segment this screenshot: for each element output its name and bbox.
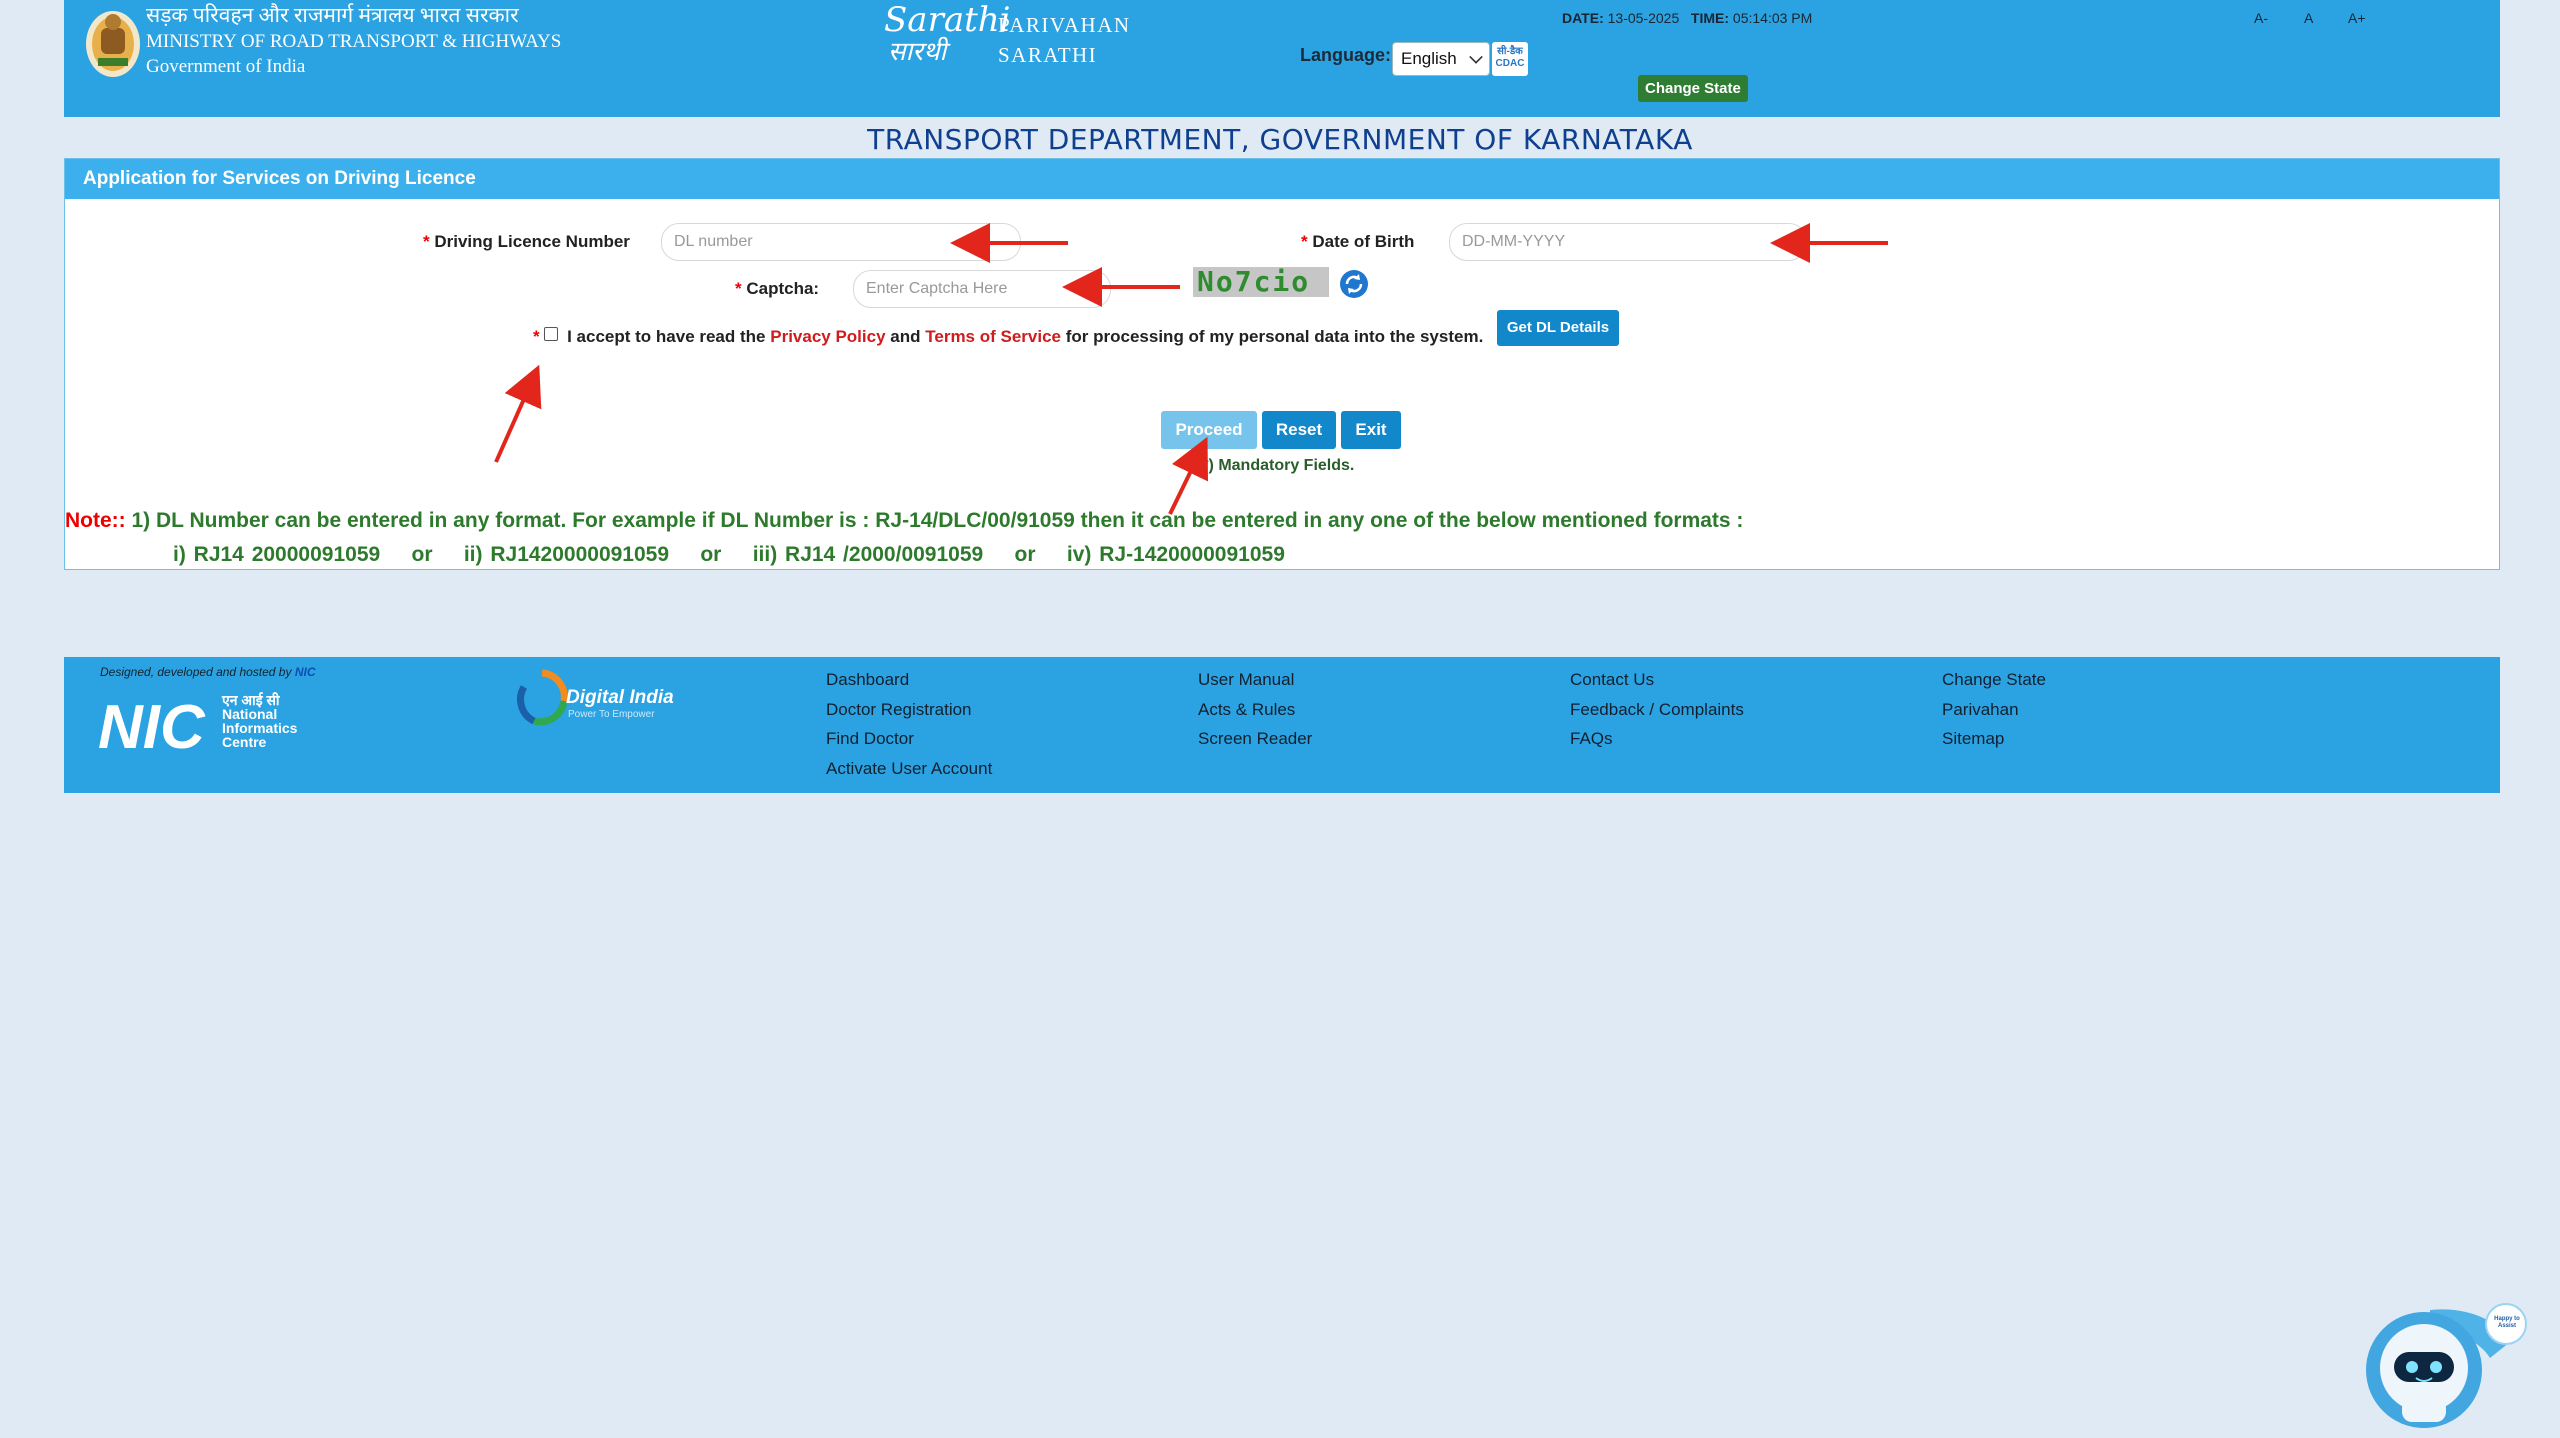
footer-link-doctor-registration[interactable]: Doctor Registration	[826, 695, 992, 725]
site-footer: Designed, developed and hosted by NIC NI…	[64, 657, 2500, 793]
state-emblem-icon	[86, 11, 140, 77]
date-time: DATE: 13-05-2025 TIME: 05:14:03 PM	[1562, 10, 1812, 26]
nic-line3: Centre	[222, 734, 267, 750]
ministry-title: सड़क परिवहन और राजमार्ग मंत्रालय भारत सर…	[146, 2, 561, 79]
footer-links-col4: Change State Parivahan Sitemap	[1942, 665, 2046, 754]
footer-link-find-doctor[interactable]: Find Doctor	[826, 724, 992, 754]
consent-prefix: I accept to have read the	[567, 327, 766, 346]
consent-checkbox[interactable]	[544, 327, 559, 341]
reset-button[interactable]: Reset	[1262, 411, 1336, 449]
page-title: TRANSPORT DEPARTMENT, GOVERNMENT OF KARN…	[867, 123, 1693, 156]
digital-india-tagline: Power To Empower	[568, 709, 655, 720]
footer-links-col3: Contact Us Feedback / Complaints FAQs	[1570, 665, 1744, 754]
refresh-captcha-icon[interactable]	[1339, 269, 1369, 299]
captcha-input[interactable]: Enter Captcha Here	[853, 270, 1111, 308]
language-label: Language:	[1300, 45, 1392, 65]
footer-links-col1: Dashboard Doctor Registration Find Docto…	[826, 665, 992, 783]
consent-row: * I accept to have read the Privacy Poli…	[533, 327, 1484, 346]
chatbot-bubble-text: Happy to Assist	[2494, 1316, 2520, 1329]
exit-button[interactable]: Exit	[1341, 411, 1401, 449]
designed-by: Designed, developed and hosted by NIC	[100, 665, 316, 679]
government-label: Government of India	[146, 56, 306, 77]
footer-link-faqs[interactable]: FAQs	[1570, 724, 1744, 754]
dob-input[interactable]: DD-MM-YYYY	[1449, 223, 1807, 261]
dl-services-form: Application for Services on Driving Lice…	[64, 158, 2500, 570]
footer-link-contact-us[interactable]: Contact Us	[1570, 665, 1744, 695]
footer-link-feedback[interactable]: Feedback / Complaints	[1570, 695, 1744, 725]
footer-link-dashboard[interactable]: Dashboard	[826, 665, 992, 695]
consent-suffix: for processing of my personal data into …	[1065, 327, 1484, 346]
chevron-down-icon	[1469, 50, 1483, 64]
terms-of-service-link[interactable]: Terms of Service	[925, 327, 1061, 346]
nic-line2: Informatics	[222, 720, 298, 736]
font-increase-button[interactable]: A+	[2348, 10, 2366, 26]
chatbot-launcher[interactable]: Happy to Assist	[2360, 1302, 2532, 1432]
footer-link-screen-reader[interactable]: Screen Reader	[1198, 724, 1312, 754]
note-label: Note::	[65, 509, 126, 532]
change-state-button[interactable]: Change State	[1638, 75, 1748, 102]
footer-link-activate-account[interactable]: Activate User Account	[826, 754, 992, 784]
brand-line1: PARIVAHAN	[998, 13, 1131, 37]
digital-india-text: Digital India	[566, 687, 674, 708]
sarathi-logo: Sarathi सारथी	[884, 0, 1011, 67]
footer-links-col2: User Manual Acts & Rules Screen Reader	[1198, 665, 1312, 754]
nic-hindi: एन आई सी	[222, 692, 280, 708]
note-line2: i) RJ14 20000091059 or ii) RJ14200000910…	[173, 543, 1285, 566]
dl-format-note: Note:: 1) DL Number can be entered in an…	[65, 509, 1743, 533]
footer-link-change-state[interactable]: Change State	[1942, 665, 2046, 695]
ministry-english: MINISTRY OF ROAD TRANSPORT & HIGHWAYS	[146, 31, 562, 52]
cdac-logo: सी-डैक CDAC	[1492, 42, 1528, 76]
dob-label: * Date of Birth	[1301, 232, 1415, 251]
dl-number-input[interactable]: DL number	[661, 223, 1021, 261]
footer-link-parivahan[interactable]: Parivahan	[1942, 695, 2046, 725]
dl-number-label: * Driving Licence Number	[423, 232, 630, 251]
sarathi-logo-script: Sarathi	[884, 0, 1011, 40]
parivahan-brand: PARIVAHAN SARATHI	[998, 10, 1131, 70]
captcha-label: * Captcha:	[735, 279, 820, 298]
font-decrease-button[interactable]: A-	[2254, 10, 2268, 26]
language-select[interactable]: English	[1392, 42, 1490, 76]
date-label: DATE:	[1562, 10, 1604, 26]
footer-link-sitemap[interactable]: Sitemap	[1942, 724, 2046, 754]
brand-line2: SARATHI	[998, 43, 1098, 67]
get-dl-details-button[interactable]: Get DL Details	[1497, 310, 1619, 346]
svg-text:NIC: NIC	[98, 693, 206, 753]
font-normal-button[interactable]: A	[2304, 10, 2313, 26]
site-header: सड़क परिवहन और राजमार्ग मंत्रालय भारत सर…	[64, 0, 2500, 117]
mandatory-note: (*) Mandatory Fields.	[1197, 457, 1355, 474]
ministry-hindi: सड़क परिवहन और राजमार्ग मंत्रालय भारत सर…	[146, 3, 519, 27]
time-value: 05:14:03 PM	[1732, 10, 1813, 26]
captcha-image: No7cio	[1193, 267, 1329, 297]
proceed-button[interactable]: Proceed	[1161, 411, 1257, 449]
language-value: English	[1401, 49, 1457, 68]
consent-and: and	[890, 327, 921, 346]
form-heading: Application for Services on Driving Lice…	[65, 159, 2499, 199]
footer-link-acts-rules[interactable]: Acts & Rules	[1198, 695, 1312, 725]
date-value: 13-05-2025	[1607, 10, 1680, 26]
time-label: TIME:	[1690, 10, 1730, 26]
footer-link-user-manual[interactable]: User Manual	[1198, 665, 1312, 695]
note-line1: 1) DL Number can be entered in any forma…	[131, 509, 1744, 532]
privacy-policy-link[interactable]: Privacy Policy	[770, 327, 885, 346]
nic-line1: National	[222, 706, 278, 722]
